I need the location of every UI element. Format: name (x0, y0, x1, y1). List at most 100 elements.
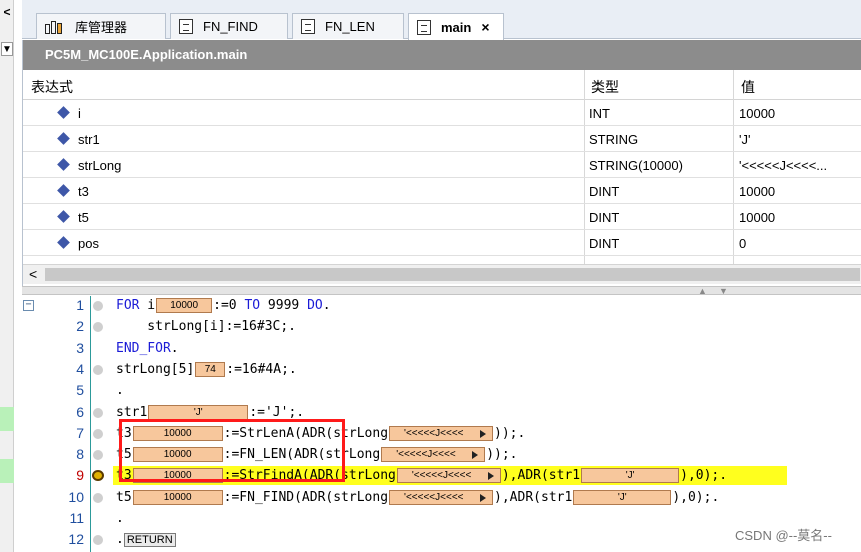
variable-type: DINT (589, 236, 620, 251)
expand-icon[interactable] (480, 493, 487, 502)
variable-value: 10000 (739, 184, 776, 199)
horizontal-scrollbar[interactable]: < (23, 264, 861, 284)
variable-type: INT (589, 106, 610, 121)
watermark: CSDN @--莫名-- (735, 528, 832, 543)
monitor-value[interactable]: '<<<<<J<<<< (389, 489, 494, 505)
monitor-value[interactable]: 'J' (148, 404, 249, 420)
watch-row[interactable]: str1 STRING 'J' (23, 126, 861, 152)
code-text: strLong[i]:=16#3C;. (116, 319, 297, 335)
watch-row[interactable]: strLong STRING(10000) '<<<<<J<<<<... (23, 152, 861, 178)
code-line[interactable]: 3 END_FOR. (22, 339, 861, 360)
line-number: 12 (68, 531, 84, 548)
monitor-value[interactable]: 74 (195, 361, 226, 377)
change-marker (0, 459, 14, 483)
monitor-value[interactable]: 'J' (573, 489, 672, 505)
monitor-value[interactable]: '<<<<<J<<<< (381, 447, 486, 463)
expand-icon[interactable] (472, 451, 479, 460)
variable-icon (57, 132, 70, 145)
tab-fn-find[interactable]: FN_FIND (170, 13, 288, 39)
line-number: 8 (76, 446, 84, 463)
breakpoint-marker[interactable] (93, 407, 103, 418)
watch-row[interactable]: pos DINT 0 (23, 230, 861, 256)
tab-label: FN_FIND (203, 19, 258, 34)
expand-icon[interactable] (487, 472, 494, 481)
tab-label: main (441, 19, 472, 35)
code-line[interactable]: 1 FOR i 10000:=0 TO 9999 DO. (22, 296, 861, 317)
column-header-expression[interactable]: 表达式 (31, 77, 73, 97)
tab-label: FN_LEN (325, 19, 375, 34)
tab-main[interactable]: main × (408, 13, 504, 40)
splitter-up-icon[interactable]: ▲ (698, 287, 707, 296)
line-number: 11 (69, 510, 84, 526)
column-header-type[interactable]: 类型 (591, 77, 619, 97)
return-marker: RETURN (123, 533, 176, 548)
variable-icon (57, 210, 70, 223)
variable-icon (57, 158, 70, 171)
breakpoint-marker[interactable] (93, 535, 103, 546)
monitor-value[interactable]: 10000 (132, 489, 223, 505)
breakpoint-marker[interactable] (93, 492, 103, 503)
code-text: . (116, 383, 124, 399)
document-icon (301, 19, 315, 34)
code-line[interactable]: 2 strLong[i]:=16#3C;. (22, 317, 861, 338)
variable-name: str1 (78, 132, 100, 147)
code-text: FOR i 10000:=0 TO 9999 DO. (116, 298, 331, 313)
breakpoint-marker[interactable] (93, 428, 103, 439)
breakpoint-marker[interactable] (93, 364, 103, 375)
scrollbar-thumb[interactable] (45, 268, 860, 281)
editor-tab-bar: 库管理器 FN_FIND FN_LEN main × (22, 0, 861, 40)
code-text: str1 'J':='J';. (116, 404, 305, 420)
variable-value: 10000 (739, 210, 776, 225)
variable-value: 10000 (739, 106, 776, 121)
watch-row[interactable]: i INT 10000 (23, 100, 861, 126)
variable-type: STRING (589, 132, 639, 147)
splitter-down-icon[interactable]: ▼ (719, 287, 728, 296)
variable-icon (57, 106, 70, 119)
execution-pointer-icon[interactable] (92, 470, 104, 482)
line-number: 1 (76, 297, 84, 313)
breakpoint-marker[interactable] (93, 322, 103, 333)
variable-name: strLong (78, 158, 122, 173)
left-panel-strip: < ▼ (0, 0, 14, 552)
line-number: 5 (76, 382, 84, 399)
annotation-red-box (119, 419, 345, 482)
dropdown-button[interactable]: ▼ (1, 42, 13, 56)
code-editor[interactable]: − 1 FOR i 10000:=0 TO 9999 DO. 2 strLong[… (22, 296, 861, 552)
code-text: t5 10000:=FN_FIND(ADR(strLong '<<<<<J<<<<)… (116, 489, 720, 505)
close-icon[interactable]: × (481, 19, 489, 35)
code-text: strLong[5] 74:=16#4A;. (116, 361, 297, 377)
variable-name: t5 (78, 210, 89, 225)
tab-fn-len[interactable]: FN_LEN (292, 13, 404, 39)
monitor-value[interactable]: '<<<<<J<<<< (396, 468, 501, 484)
watch-header: 表达式 类型 值 (23, 70, 861, 100)
tab-library-manager[interactable]: 库管理器 (36, 13, 166, 39)
monitor-value[interactable]: '<<<<<J<<<< (389, 425, 494, 441)
monitor-value[interactable]: 10000 (156, 298, 213, 313)
breakpoint-marker[interactable] (93, 301, 103, 311)
scroll-left-icon[interactable]: < (29, 266, 37, 282)
code-line[interactable]: 10 t5 10000:=FN_FIND(ADR(strLong '<<<<<J<<… (22, 488, 861, 509)
column-header-value[interactable]: 值 (741, 77, 755, 97)
variable-value: 'J' (739, 132, 751, 147)
expand-icon[interactable] (480, 429, 487, 438)
line-number: 9 (76, 467, 84, 484)
variable-name: i (78, 106, 81, 121)
document-icon (179, 19, 193, 34)
panel-splitter[interactable]: ▲ ▼ (22, 286, 861, 296)
monitor-value[interactable]: 'J' (581, 468, 680, 484)
line-number: 3 (76, 339, 84, 356)
document-icon (417, 19, 431, 35)
variable-icon (57, 184, 70, 197)
line-number: 10 (68, 488, 84, 505)
watch-row[interactable]: t5 DINT 10000 (23, 204, 861, 230)
watch-row[interactable]: t3 DINT 10000 (23, 178, 861, 204)
line-number: 4 (76, 360, 84, 377)
code-line[interactable]: 4 strLong[5] 74:=16#4A;. (22, 360, 861, 381)
collapse-left-button[interactable]: < (1, 4, 13, 20)
breakpoint-marker[interactable] (93, 450, 103, 461)
code-line[interactable]: 5 . (22, 381, 861, 402)
variable-type: STRING(10000) (589, 158, 683, 173)
tab-label: 库管理器 (75, 20, 128, 35)
code-text: . (116, 511, 124, 526)
watch-title: PC5M_MC100E.Application.main (23, 40, 861, 70)
